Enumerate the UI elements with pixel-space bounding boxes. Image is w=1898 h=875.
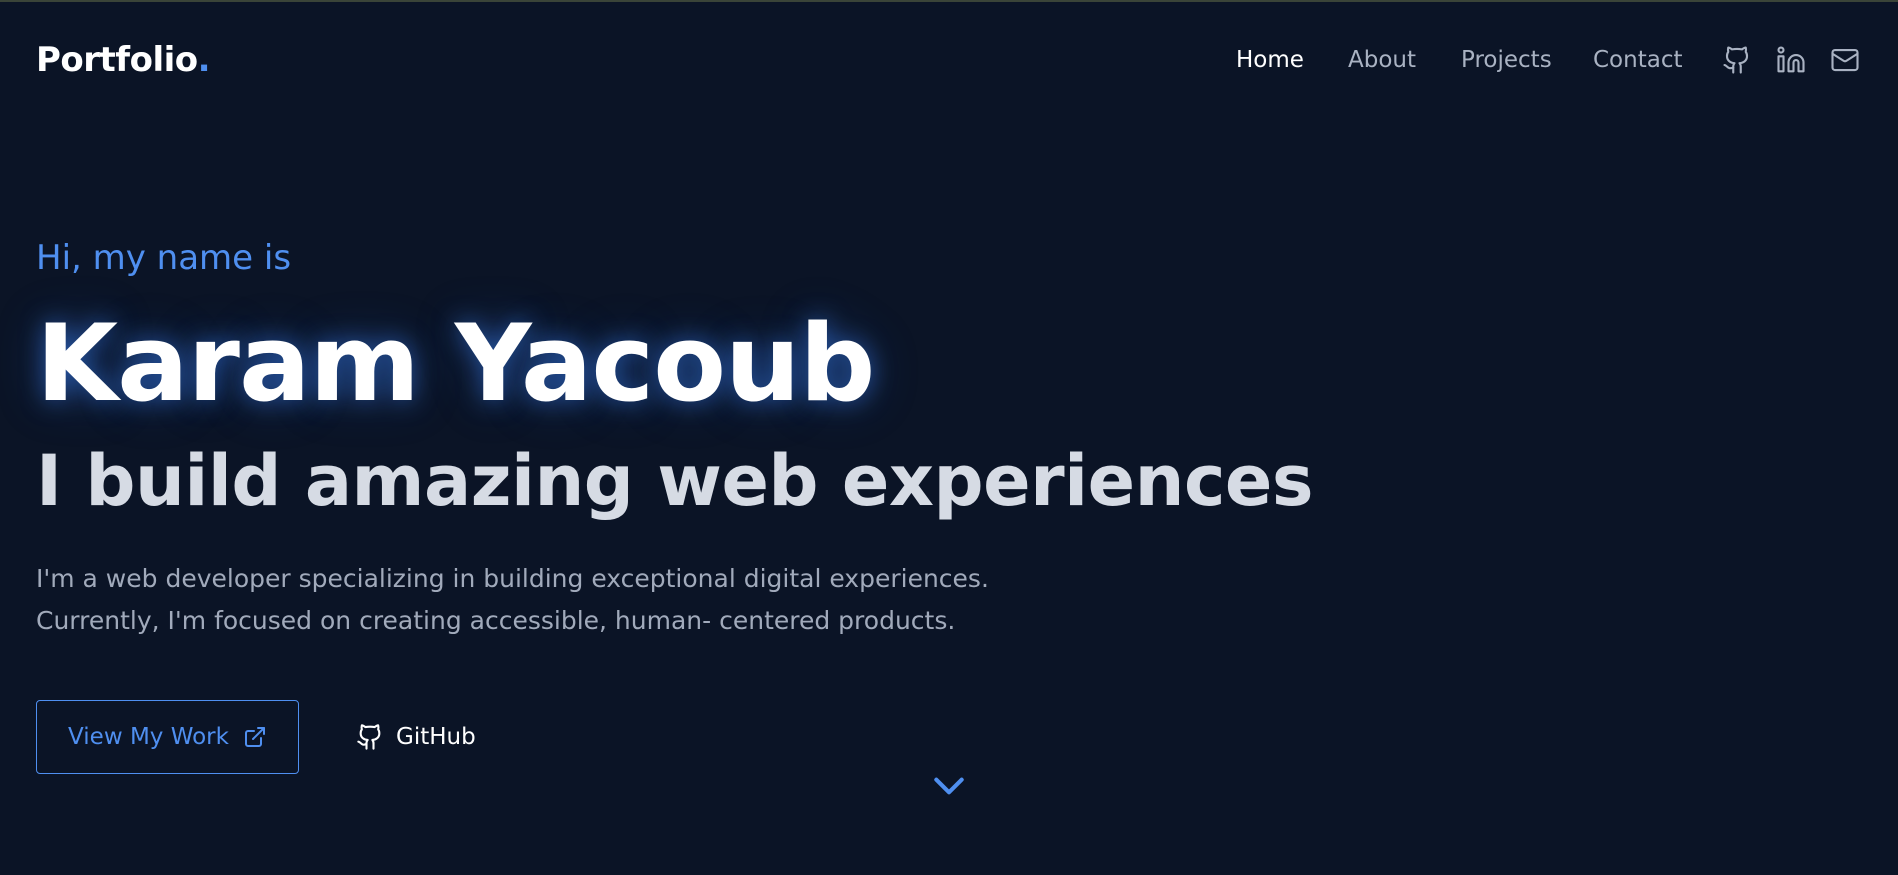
github-button-label: GitHub	[396, 724, 476, 750]
hero-tagline: I build amazing web experiences	[36, 440, 1314, 522]
view-my-work-label: View My Work	[68, 724, 229, 750]
nav-link-projects[interactable]: Projects	[1461, 44, 1552, 76]
github-button[interactable]: GitHub	[356, 700, 476, 774]
hero-intro-line: I'm a web developer specializing in buil…	[36, 564, 989, 593]
scroll-down-button[interactable]	[929, 770, 969, 802]
portfolio-page: Portfolio. Home About Projects Contact H…	[0, 0, 1898, 875]
external-link-icon	[244, 727, 265, 747]
hero-greeting: Hi, my name is	[36, 238, 292, 278]
github-icon	[357, 724, 381, 750]
hero-intro: I'm a web developer specializing in buil…	[36, 558, 1136, 642]
hero-intro-line: Currently, I'm focused on creating acces…	[36, 606, 956, 635]
mail-icon[interactable]	[1828, 43, 1862, 77]
linkedin-icon[interactable]	[1774, 43, 1808, 77]
view-my-work-button[interactable]: View My Work	[36, 700, 299, 774]
chevron-down-icon	[934, 777, 964, 795]
nav-link-contact[interactable]: Contact	[1593, 44, 1682, 76]
nav-link-about[interactable]: About	[1348, 44, 1416, 76]
github-icon[interactable]	[1720, 43, 1754, 77]
hero-section: Hi, my name is Karam Yacoub I build amaz…	[36, 2, 1336, 875]
hero-name: Karam Yacoub	[36, 302, 875, 425]
